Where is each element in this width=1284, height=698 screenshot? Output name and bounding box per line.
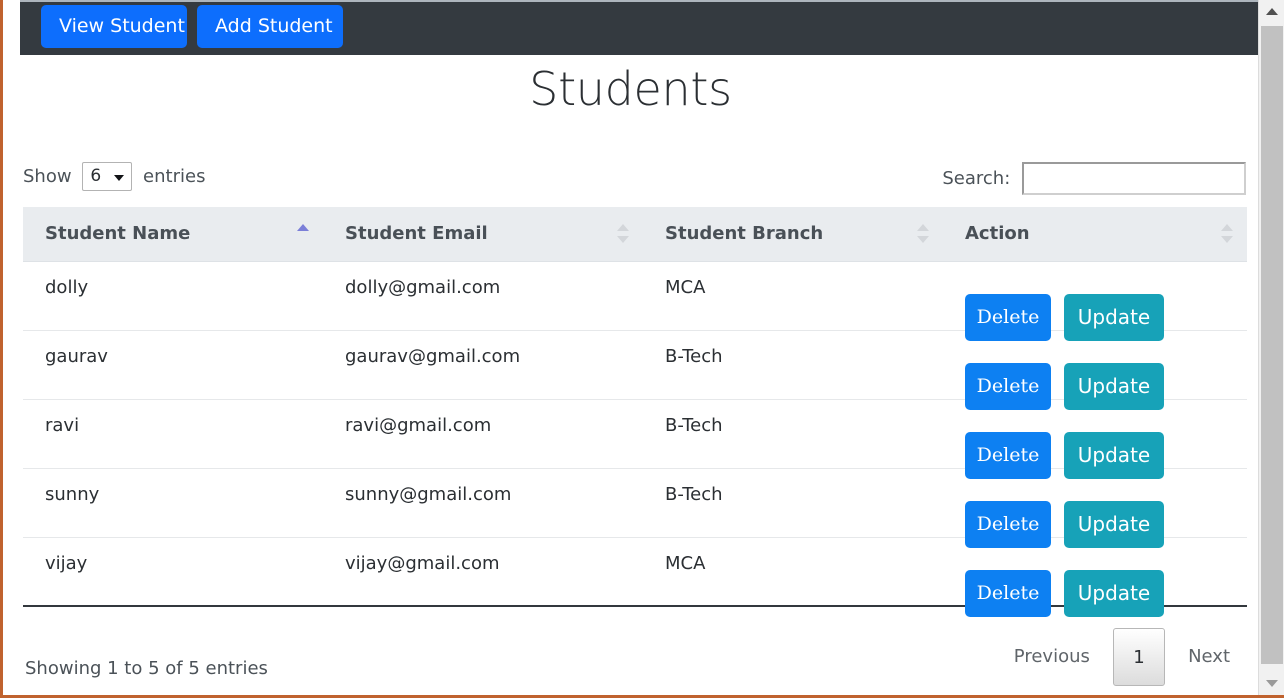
chevron-down-icon bbox=[114, 175, 124, 181]
table-row: sunnysunny@gmail.comB-Tech DeleteUpdate bbox=[23, 468, 1247, 537]
table-row: dollydolly@gmail.comMCA DeleteUpdate bbox=[23, 261, 1247, 330]
view-student-button[interactable]: View Student bbox=[41, 5, 187, 48]
students-table: Student Name Student Email Student Branc… bbox=[23, 207, 1247, 607]
cell-name: dolly bbox=[23, 261, 323, 330]
scroll-up-arrow-icon[interactable] bbox=[1259, 0, 1284, 24]
action-buttons: DeleteUpdate bbox=[965, 346, 1247, 399]
add-student-button[interactable]: Add Student bbox=[197, 5, 343, 48]
entries-length-control: Show 6 entries bbox=[23, 162, 205, 191]
browser-viewport: View Student Add Student Students Show 6… bbox=[0, 0, 1284, 698]
cell-action: DeleteUpdate bbox=[943, 261, 1247, 330]
column-header-label: Student Branch bbox=[665, 223, 823, 244]
cell-branch: B-Tech bbox=[643, 399, 943, 468]
update-button[interactable]: Update bbox=[1064, 294, 1164, 341]
entries-select[interactable]: 6 bbox=[82, 162, 132, 191]
sort-ascending-icon bbox=[297, 223, 309, 245]
column-header-student-email[interactable]: Student Email bbox=[323, 207, 643, 261]
entries-select-value: 6 bbox=[90, 166, 101, 186]
column-header-label: Student Email bbox=[345, 223, 488, 244]
pagination: Previous 1 Next bbox=[1000, 627, 1244, 687]
navbar: View Student Add Student bbox=[20, 0, 1258, 55]
pagination-page-1[interactable]: 1 bbox=[1113, 628, 1165, 686]
search-input[interactable] bbox=[1022, 162, 1246, 195]
update-button[interactable]: Update bbox=[1064, 432, 1164, 479]
table-row: gauravgaurav@gmail.comB-Tech DeleteUpdate bbox=[23, 330, 1247, 399]
column-header-student-name[interactable]: Student Name bbox=[23, 207, 323, 261]
table-body: dollydolly@gmail.comMCADeleteUpdategaura… bbox=[23, 261, 1247, 606]
page-title: Students bbox=[3, 62, 1258, 116]
cell-email: sunny@gmail.com bbox=[323, 468, 643, 537]
sort-neutral-icon bbox=[1221, 223, 1233, 245]
cell-branch: B-Tech bbox=[643, 468, 943, 537]
cell-email: gaurav@gmail.com bbox=[323, 330, 643, 399]
sort-neutral-icon bbox=[917, 223, 929, 245]
update-button[interactable]: Update bbox=[1064, 363, 1164, 410]
update-button[interactable]: Update bbox=[1064, 570, 1164, 617]
show-label: Show bbox=[23, 166, 72, 187]
cell-email: dolly@gmail.com bbox=[323, 261, 643, 330]
delete-button[interactable]: Delete bbox=[965, 432, 1051, 479]
vertical-scrollbar[interactable] bbox=[1258, 0, 1284, 695]
cell-branch: B-Tech bbox=[643, 330, 943, 399]
delete-button[interactable]: Delete bbox=[965, 363, 1051, 410]
column-header-student-branch[interactable]: Student Branch bbox=[643, 207, 943, 261]
cell-branch: MCA bbox=[643, 261, 943, 330]
action-buttons: DeleteUpdate bbox=[965, 553, 1247, 606]
cell-name: ravi bbox=[23, 399, 323, 468]
table-head: Student Name Student Email Student Branc… bbox=[23, 207, 1247, 261]
pagination-next[interactable]: Next bbox=[1174, 627, 1244, 687]
action-buttons: DeleteUpdate bbox=[965, 277, 1247, 330]
cell-email: ravi@gmail.com bbox=[323, 399, 643, 468]
delete-button[interactable]: Delete bbox=[965, 570, 1051, 617]
window-left-edge bbox=[0, 0, 3, 698]
cell-name: sunny bbox=[23, 468, 323, 537]
cell-branch: MCA bbox=[643, 537, 943, 606]
delete-button[interactable]: Delete bbox=[965, 294, 1051, 341]
entries-label: entries bbox=[143, 166, 205, 187]
cell-email: vijay@gmail.com bbox=[323, 537, 643, 606]
delete-button[interactable]: Delete bbox=[965, 501, 1051, 548]
action-buttons: DeleteUpdate bbox=[965, 415, 1247, 468]
cell-name: vijay bbox=[23, 537, 323, 606]
table-row: raviravi@gmail.comB-Tech DeleteUpdate bbox=[23, 399, 1247, 468]
page-content: View Student Add Student Students Show 6… bbox=[3, 0, 1258, 695]
scroll-down-arrow-icon[interactable] bbox=[1259, 671, 1284, 695]
table-info: Showing 1 to 5 of 5 entries bbox=[25, 658, 268, 679]
column-header-label: Student Name bbox=[45, 223, 190, 244]
table-header-row: Student Name Student Email Student Branc… bbox=[23, 207, 1247, 261]
scrollbar-thumb[interactable] bbox=[1261, 26, 1283, 664]
search-label: Search: bbox=[942, 168, 1010, 189]
pagination-previous[interactable]: Previous bbox=[1000, 627, 1104, 687]
table-row: vijayvijay@gmail.comMCA DeleteUpdate bbox=[23, 537, 1247, 606]
search-control: Search: bbox=[942, 162, 1246, 195]
update-button[interactable]: Update bbox=[1064, 501, 1164, 548]
cell-name: gaurav bbox=[23, 330, 323, 399]
action-buttons: DeleteUpdate bbox=[965, 484, 1247, 537]
sort-neutral-icon bbox=[617, 223, 629, 245]
column-header-label: Action bbox=[965, 223, 1030, 244]
column-header-action[interactable]: Action bbox=[943, 207, 1247, 261]
